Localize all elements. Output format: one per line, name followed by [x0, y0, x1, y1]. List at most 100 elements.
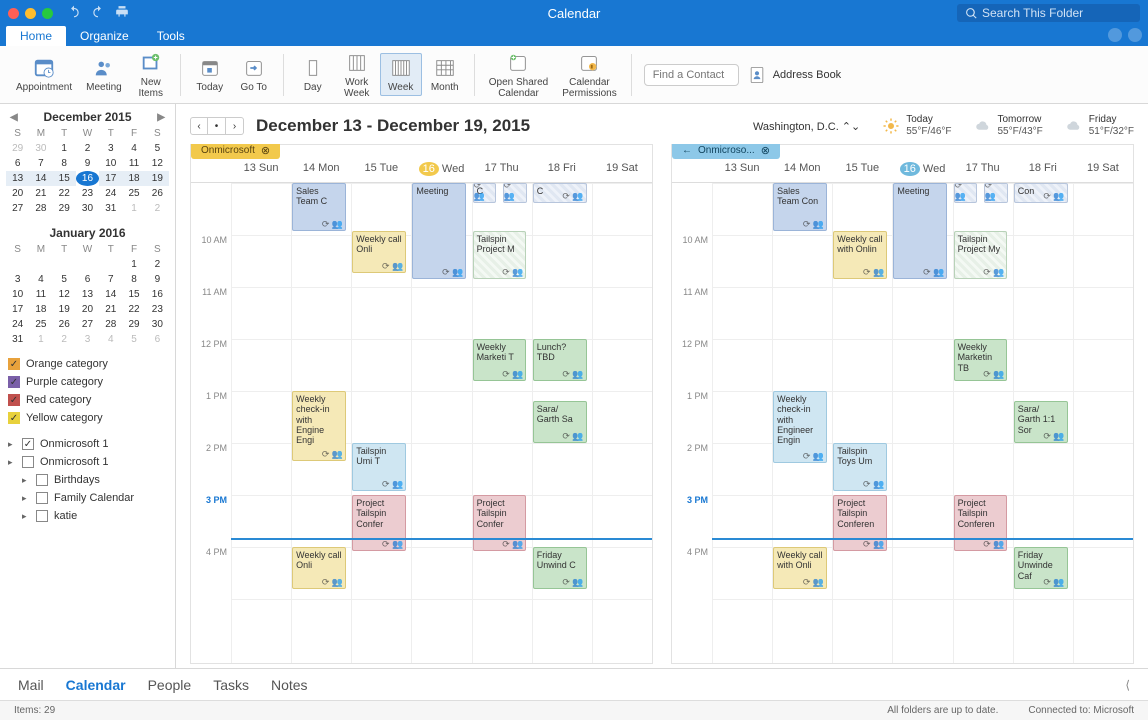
minical-day[interactable]: 30 — [76, 201, 99, 216]
minical-day[interactable] — [76, 257, 99, 272]
minical-day[interactable]: 11 — [122, 156, 145, 171]
minical-day[interactable]: 27 — [76, 317, 99, 332]
calendar-event[interactable]: C⟳ 👥 — [533, 183, 587, 203]
minical-day[interactable] — [99, 257, 122, 272]
calendar-event[interactable]: ⟳ 👥 — [954, 183, 978, 203]
minical-day[interactable]: 28 — [29, 201, 52, 216]
minical-day[interactable]: 31 — [6, 332, 29, 347]
calendar-permissions-button[interactable]: Calendar Permissions — [556, 49, 622, 101]
minical-day[interactable]: 6 — [76, 272, 99, 287]
checkbox-icon[interactable] — [36, 510, 48, 522]
minical-day[interactable]: 12 — [146, 156, 169, 171]
checkbox-icon[interactable] — [36, 474, 48, 486]
calendar-event[interactable]: Lunch? TBD⟳ 👥 — [533, 339, 587, 381]
calendar-event[interactable]: Weekly check-in with Engine Engi⟳ 👥 — [292, 391, 346, 461]
minical-day[interactable]: 1 — [29, 332, 52, 347]
redo-icon[interactable] — [91, 5, 105, 22]
minical-day[interactable]: 20 — [76, 302, 99, 317]
minical-day[interactable]: 18 — [29, 302, 52, 317]
calendar-tree-item[interactable]: ▸katie — [22, 507, 167, 525]
chevron-icon[interactable]: ▸ — [22, 493, 30, 504]
day-header[interactable]: 18 Fri — [1013, 159, 1073, 182]
checkbox-icon[interactable]: ✓ — [8, 412, 20, 424]
calendar-event[interactable]: Weekly check-in with Engineer Engin⟳ 👥 — [773, 391, 827, 463]
minical-prev[interactable]: ◀ — [10, 112, 18, 123]
maximize-button[interactable] — [42, 8, 53, 19]
calendar-event[interactable]: Con⟳ 👥 — [1014, 183, 1068, 203]
minical-day[interactable]: 10 — [99, 156, 122, 171]
minical-day[interactable]: 15 — [122, 287, 145, 302]
minical-day[interactable]: 30 — [29, 141, 52, 156]
day-header[interactable]: 18 Fri — [532, 159, 592, 182]
category-row[interactable]: ✓Yellow category — [8, 409, 167, 427]
minical-day[interactable]: 28 — [99, 317, 122, 332]
minical-day[interactable]: 5 — [53, 272, 76, 287]
day-header[interactable]: 19 Sat — [592, 159, 652, 182]
address-book-button[interactable]: Address Book — [747, 65, 841, 85]
minical-day[interactable]: 7 — [29, 156, 52, 171]
minical-day[interactable]: 24 — [99, 186, 122, 201]
minical-day[interactable]: 9 — [146, 272, 169, 287]
prev-week-button[interactable]: ‹ — [190, 117, 208, 135]
calendar-tree-item[interactable]: ▸Birthdays — [22, 471, 167, 489]
day-header[interactable]: 19 Sat — [1073, 159, 1133, 182]
minical-day[interactable]: 27 — [6, 201, 29, 216]
checkbox-icon[interactable]: ✓ — [22, 438, 34, 450]
minical-day[interactable]: 4 — [122, 141, 145, 156]
minical-day[interactable]: 26 — [53, 317, 76, 332]
tab-home[interactable]: Home — [6, 26, 66, 46]
minical-day[interactable]: 17 — [6, 302, 29, 317]
calendar-event[interactable]: Weekly Marketi T⟳ 👥 — [473, 339, 527, 381]
minical-day[interactable]: 29 — [53, 201, 76, 216]
minical-day[interactable]: 22 — [53, 186, 76, 201]
calendar-event[interactable]: Weekly call Onli⟳ 👥 — [292, 547, 346, 589]
module-people[interactable]: People — [148, 677, 192, 693]
day-view-button[interactable]: Day — [292, 54, 334, 95]
minical-day[interactable]: 14 — [29, 171, 52, 186]
day-header[interactable]: 15 Tue — [832, 159, 892, 182]
search-input[interactable] — [982, 6, 1132, 20]
minical-day[interactable]: 19 — [53, 302, 76, 317]
day-header[interactable]: 17 Thu — [472, 159, 532, 182]
minical-day[interactable]: 2 — [76, 141, 99, 156]
minical-day[interactable]: 25 — [29, 317, 52, 332]
minical-day[interactable]: 4 — [29, 272, 52, 287]
day-header[interactable]: 16 Wed — [892, 159, 952, 182]
minical-day[interactable] — [6, 257, 29, 272]
undo-icon[interactable] — [67, 5, 81, 22]
minical-day[interactable]: 14 — [99, 287, 122, 302]
calendar-event[interactable]: Weekly call with Onlin⟳ 👥 — [833, 231, 887, 279]
chevron-icon[interactable]: ▸ — [22, 475, 30, 486]
day-header[interactable]: 13 Sun — [712, 159, 772, 182]
minical-day[interactable] — [53, 257, 76, 272]
calendar-event[interactable]: Sales Team C⟳ 👥 — [292, 183, 346, 231]
calendar-event[interactable]: Friday Unwinde Caf⟳ 👥 — [1014, 547, 1068, 589]
week-view-button[interactable]: Week — [380, 53, 422, 96]
new-items-button[interactable]: New Items — [130, 49, 172, 101]
calendar-event[interactable]: Friday Unwind C⟳ 👥 — [533, 547, 587, 589]
calendar-event[interactable]: ⟳ 👥 — [984, 183, 1008, 203]
overlay-tab[interactable]: Onmicrosoft ⊗ — [191, 144, 280, 159]
calendar-tree-item[interactable]: ▸Onmicrosoft 1 — [8, 453, 167, 471]
module-notes[interactable]: Notes — [271, 677, 308, 693]
calendar-event[interactable]: Weekly call Onli⟳ 👥 — [352, 231, 406, 273]
calendar-tree-item[interactable]: ▸Family Calendar — [22, 489, 167, 507]
tab-organize[interactable]: Organize — [66, 26, 143, 46]
minical-day[interactable]: 6 — [146, 332, 169, 347]
close-button[interactable] — [8, 8, 19, 19]
minical-day[interactable]: 19 — [146, 171, 169, 186]
minical-day[interactable]: 16 — [76, 171, 99, 186]
minical-day[interactable]: 10 — [6, 287, 29, 302]
minical-day[interactable]: 21 — [99, 302, 122, 317]
minical-day[interactable]: 2 — [146, 257, 169, 272]
back-icon[interactable]: ← — [682, 145, 692, 156]
day-header[interactable]: 16 Wed — [411, 159, 471, 182]
category-row[interactable]: ✓Orange category — [8, 355, 167, 373]
minical-day[interactable]: 18 — [122, 171, 145, 186]
calendar-event[interactable]: C⟳ 👥 — [473, 183, 497, 203]
category-row[interactable]: ✓Purple category — [8, 373, 167, 391]
minical-day[interactable] — [29, 257, 52, 272]
overlay-tab[interactable]: ← Onmicroso... ⊗ — [672, 144, 780, 159]
minical-day[interactable]: 8 — [122, 272, 145, 287]
weather-location[interactable]: Washington, D.C. ⌃⌄ — [753, 120, 860, 133]
